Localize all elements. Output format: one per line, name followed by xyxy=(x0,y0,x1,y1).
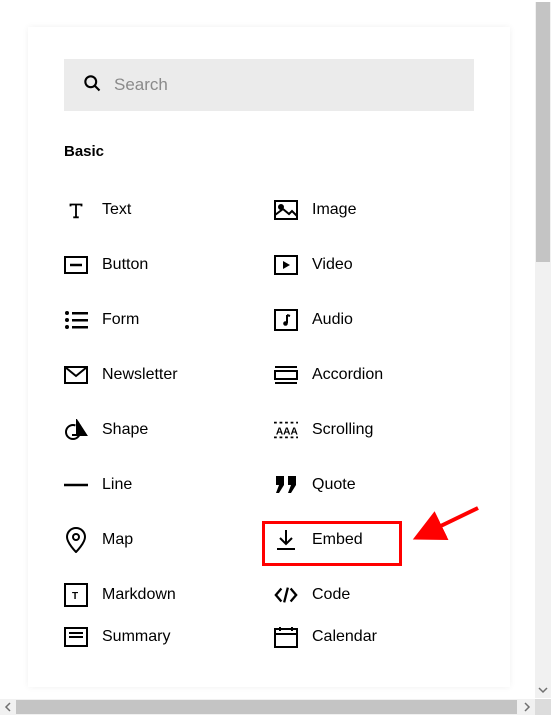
scrolling-icon: AAA xyxy=(274,418,298,442)
block-grid: Text Image xyxy=(64,182,474,652)
svg-text:T: T xyxy=(72,591,78,602)
image-icon xyxy=(274,198,298,222)
block-label: Shape xyxy=(102,421,148,439)
block-label: Quote xyxy=(312,476,356,494)
search-bar[interactable] xyxy=(64,59,474,111)
block-label: Line xyxy=(102,476,132,494)
block-item-image[interactable]: Image xyxy=(274,182,474,237)
section-title-basic: Basic xyxy=(64,143,474,160)
vertical-scrollbar-thumb[interactable] xyxy=(536,2,550,262)
markdown-icon: T xyxy=(64,583,88,607)
block-item-code[interactable]: Code xyxy=(274,567,474,622)
block-picker-panel: Basic Text Image xyxy=(28,27,510,687)
block-label: Summary xyxy=(102,628,170,646)
vertical-scrollbar-arrow-down[interactable] xyxy=(535,682,551,698)
block-item-quote[interactable]: Quote xyxy=(274,457,474,512)
scrollbar-corner xyxy=(535,699,551,715)
embed-icon xyxy=(274,528,298,552)
block-item-markdown[interactable]: T Markdown xyxy=(64,567,264,622)
block-item-form[interactable]: Form xyxy=(64,292,264,347)
block-item-audio[interactable]: Audio xyxy=(274,292,474,347)
block-item-shape[interactable]: Shape xyxy=(64,402,264,457)
horizontal-scrollbar-thumb[interactable] xyxy=(16,700,517,714)
block-item-video[interactable]: Video xyxy=(274,237,474,292)
block-label: Accordion xyxy=(312,366,383,384)
block-label: Audio xyxy=(312,311,353,329)
block-item-accordion[interactable]: Accordion xyxy=(274,347,474,402)
block-label: Scrolling xyxy=(312,421,373,439)
block-item-text[interactable]: Text xyxy=(64,182,264,237)
block-label: Video xyxy=(312,256,353,274)
search-input[interactable] xyxy=(114,75,456,95)
map-icon xyxy=(64,528,88,552)
block-label: Button xyxy=(102,256,148,274)
block-item-summary[interactable]: Summary xyxy=(64,622,264,652)
calendar-icon xyxy=(274,625,298,649)
quote-icon xyxy=(274,473,298,497)
button-icon xyxy=(64,253,88,277)
horizontal-scrollbar-arrow-right[interactable] xyxy=(519,699,535,715)
form-icon xyxy=(64,308,88,332)
block-item-button[interactable]: Button xyxy=(64,237,264,292)
block-label: Form xyxy=(102,311,139,329)
block-label: Embed xyxy=(312,531,363,549)
block-label: Newsletter xyxy=(102,366,178,384)
code-icon xyxy=(274,583,298,607)
block-label: Image xyxy=(312,201,356,219)
block-item-newsletter[interactable]: Newsletter xyxy=(64,347,264,402)
horizontal-scrollbar-arrow-left[interactable] xyxy=(0,699,16,715)
search-icon xyxy=(82,73,102,98)
block-item-scrolling[interactable]: AAA Scrolling xyxy=(274,402,474,457)
block-label: Text xyxy=(102,201,131,219)
block-item-embed[interactable]: Embed xyxy=(274,512,474,567)
newsletter-icon xyxy=(64,363,88,387)
block-label: Markdown xyxy=(102,586,176,604)
block-item-map[interactable]: Map xyxy=(64,512,264,567)
text-icon xyxy=(64,198,88,222)
block-item-calendar[interactable]: Calendar xyxy=(274,622,474,652)
block-label: Code xyxy=(312,586,350,604)
block-item-line[interactable]: Line xyxy=(64,457,264,512)
accordion-icon xyxy=(274,363,298,387)
video-icon xyxy=(274,253,298,277)
line-icon xyxy=(64,473,88,497)
summary-icon xyxy=(64,625,88,649)
shape-icon xyxy=(64,418,88,442)
block-label: Calendar xyxy=(312,628,377,646)
audio-icon xyxy=(274,308,298,332)
svg-text:AAA: AAA xyxy=(276,426,298,437)
block-label: Map xyxy=(102,531,133,549)
